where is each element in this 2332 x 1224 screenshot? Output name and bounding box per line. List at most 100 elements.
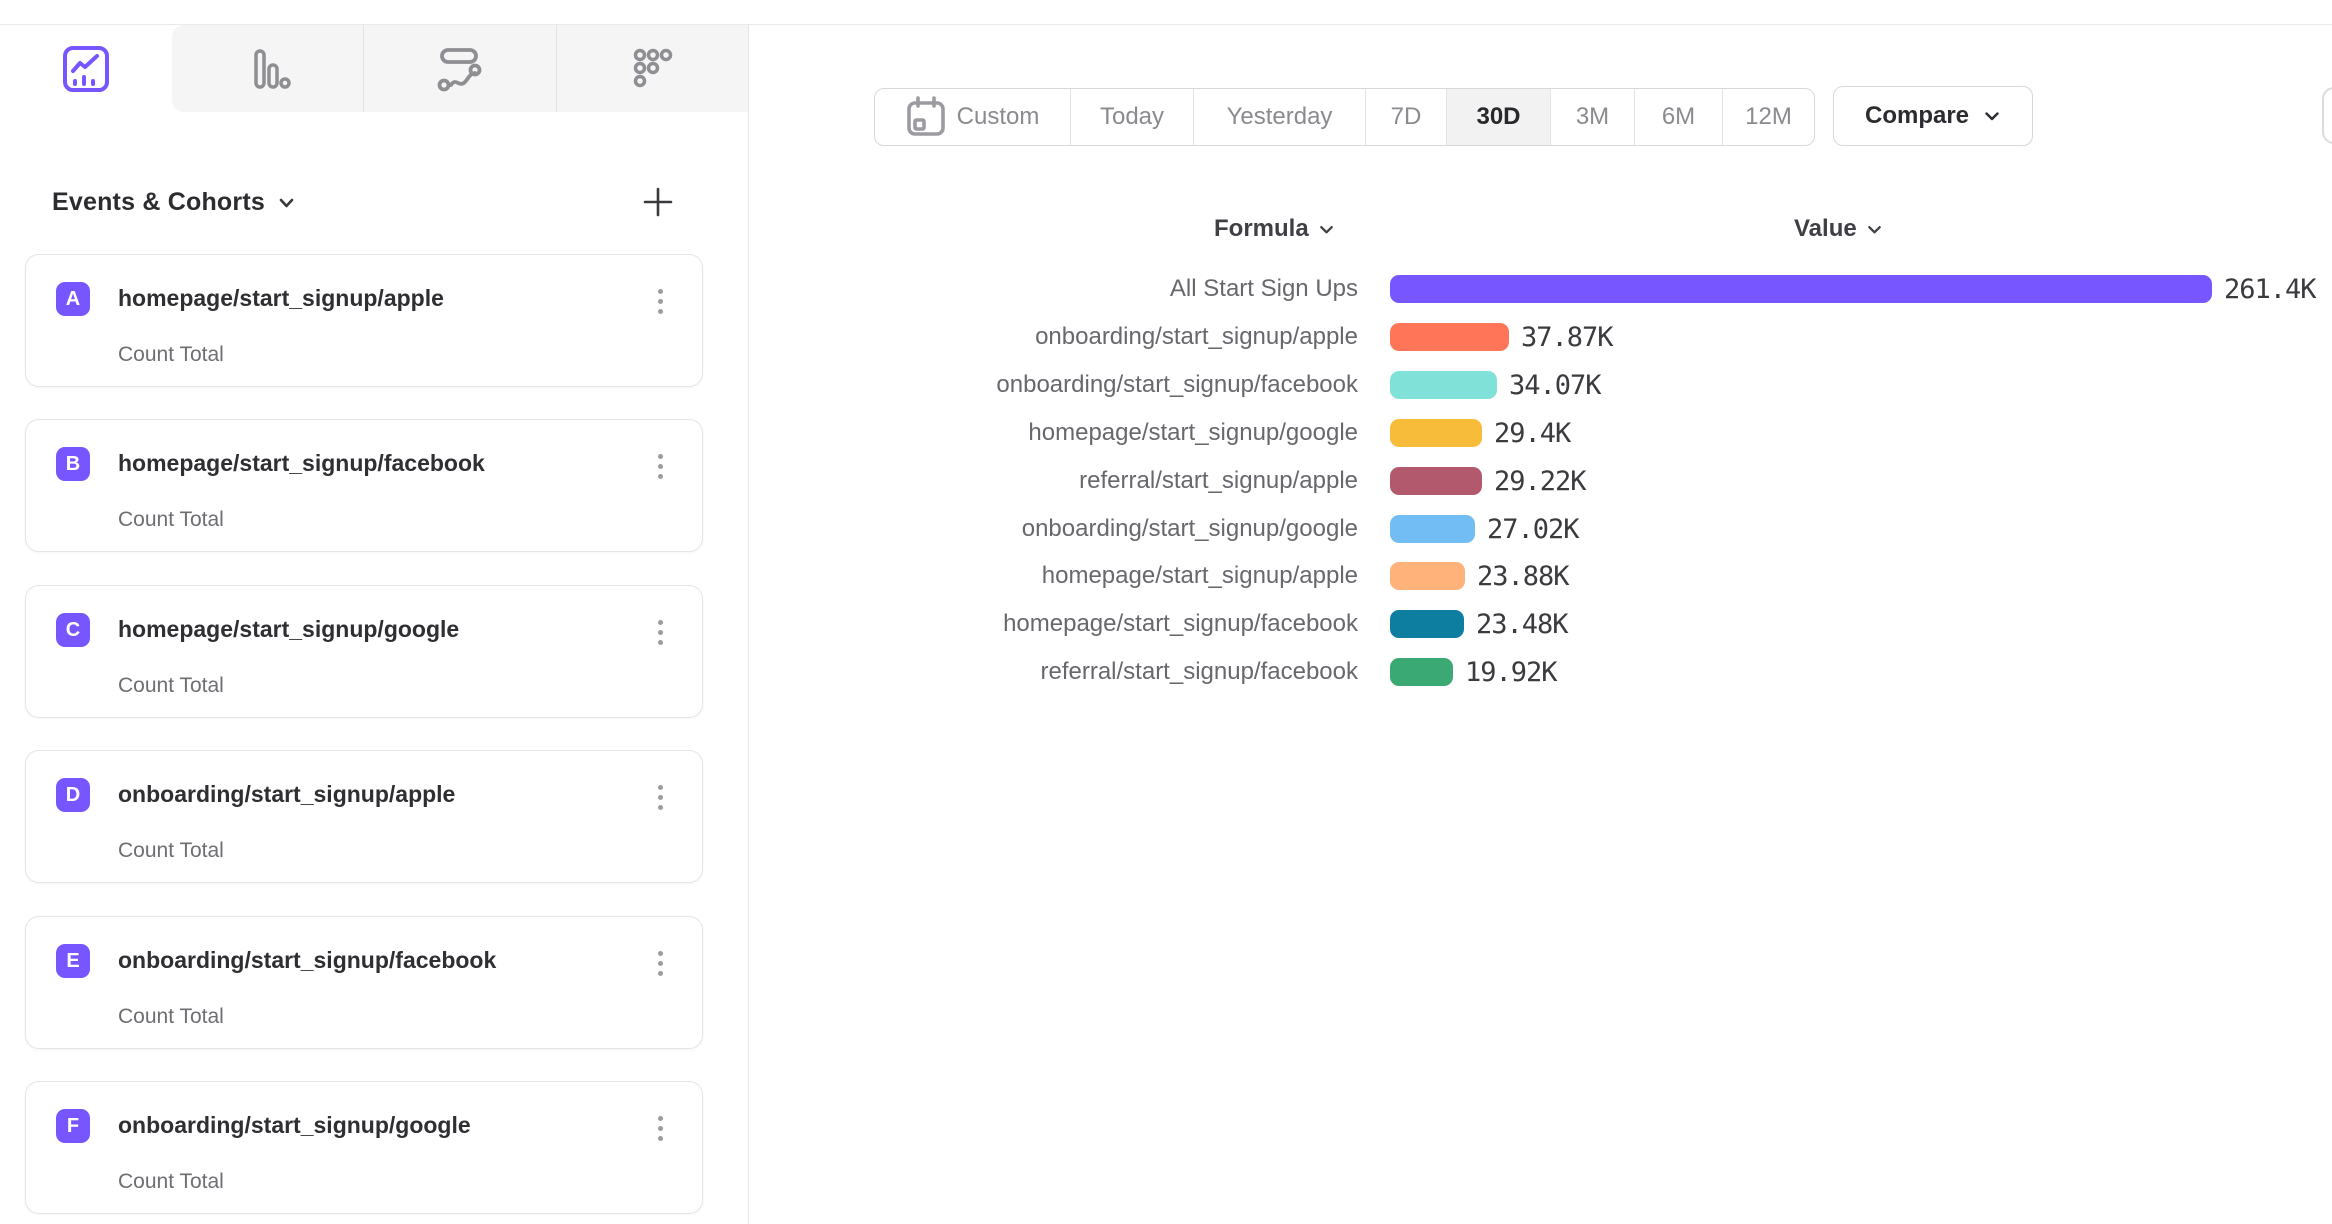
tab-insights[interactable] (0, 25, 172, 112)
range-label: Custom (957, 103, 1040, 131)
range-label: Today (1100, 103, 1164, 131)
event-card[interactable]: A homepage/start_signup/apple Count Tota… (25, 254, 703, 387)
kebab-menu-button[interactable] (642, 446, 678, 486)
event-badge: A (56, 282, 90, 316)
range-label: Yesterday (1227, 103, 1333, 131)
bar-chart-icon (242, 43, 294, 95)
kebab-menu-button[interactable] (642, 612, 678, 652)
date-range-control: Custom Today Yesterday 7D 30D 3M 6M 12M (874, 88, 1815, 146)
bar-value: 29.4K (1494, 417, 1570, 449)
event-badge: D (56, 778, 90, 812)
bar-label: homepage/start_signup/google (700, 415, 1358, 451)
value-header-label: Value (1794, 215, 1857, 243)
event-title: onboarding/start_signup/apple (118, 781, 455, 808)
value-header-dropdown[interactable]: Value (1794, 212, 1883, 246)
bar[interactable] (1390, 515, 1475, 543)
range-label: 30D (1476, 103, 1520, 131)
events-cohorts-dropdown[interactable]: Events & Cohorts (52, 182, 296, 222)
range-label: 3M (1576, 103, 1609, 131)
event-title: onboarding/start_signup/facebook (118, 947, 496, 974)
compare-button[interactable]: Compare (1833, 86, 2033, 146)
event-card[interactable]: C homepage/start_signup/google Count Tot… (25, 585, 703, 718)
range-7d[interactable]: 7D (1365, 89, 1446, 145)
kebab-menu-button[interactable] (642, 281, 678, 321)
bar-label: onboarding/start_signup/google (700, 511, 1358, 547)
range-3m[interactable]: 3M (1550, 89, 1634, 145)
event-metric-label: Count Total (118, 508, 224, 532)
range-label: 12M (1745, 103, 1792, 131)
range-12m[interactable]: 12M (1722, 89, 1814, 145)
range-6m[interactable]: 6M (1634, 89, 1722, 145)
calendar-icon (906, 95, 946, 139)
range-label: 6M (1662, 103, 1695, 131)
bar-value: 37.87K (1521, 321, 1613, 353)
event-badge: E (56, 944, 90, 978)
chart-type-tabs (0, 25, 748, 112)
retention-dots-icon (626, 43, 678, 95)
formula-header-label: Formula (1214, 215, 1309, 243)
add-event-button[interactable] (636, 180, 680, 224)
bar[interactable] (1390, 467, 1482, 495)
bar-label: onboarding/start_signup/apple (700, 319, 1358, 355)
bar-label: homepage/start_signup/facebook (700, 606, 1358, 642)
bar[interactable] (1390, 371, 1497, 399)
kebab-menu-button[interactable] (642, 1108, 678, 1148)
kebab-menu-button[interactable] (642, 777, 678, 817)
event-metric-label: Count Total (118, 1170, 224, 1194)
event-badge: F (56, 1109, 90, 1143)
event-metric-label: Count Total (118, 839, 224, 863)
bar[interactable] (1390, 419, 1482, 447)
bar-label: homepage/start_signup/apple (700, 558, 1358, 594)
bar-value: 27.02K (1487, 513, 1579, 545)
bar-label: referral/start_signup/facebook (700, 654, 1358, 690)
chevron-down-icon (277, 193, 296, 212)
bar[interactable] (1390, 275, 2212, 303)
insights-line-chart-icon (60, 43, 112, 95)
chevron-down-icon (1318, 221, 1335, 238)
event-title: homepage/start_signup/apple (118, 285, 444, 312)
bar[interactable] (1390, 610, 1464, 638)
range-label: 7D (1391, 103, 1422, 131)
event-title: homepage/start_signup/facebook (118, 450, 485, 477)
bar-value: 34.07K (1509, 369, 1601, 401)
bar-label: All Start Sign Ups (700, 271, 1358, 307)
events-cohorts-label: Events & Cohorts (52, 188, 265, 217)
event-badge: C (56, 613, 90, 647)
event-card[interactable]: B homepage/start_signup/facebook Count T… (25, 419, 703, 552)
event-metric-label: Count Total (118, 343, 224, 367)
range-yesterday[interactable]: Yesterday (1193, 89, 1365, 145)
event-card[interactable]: D onboarding/start_signup/apple Count To… (25, 750, 703, 883)
bar[interactable] (1390, 323, 1509, 351)
kebab-menu-button[interactable] (642, 943, 678, 983)
bar-label: referral/start_signup/apple (700, 463, 1358, 499)
bar-label: onboarding/start_signup/facebook (700, 367, 1358, 403)
bar[interactable] (1390, 562, 1465, 590)
tab-retention[interactable] (556, 25, 748, 112)
bar[interactable] (1390, 658, 1453, 686)
flows-icon (434, 43, 486, 95)
partial-button-right-edge[interactable] (2322, 87, 2332, 144)
range-30d[interactable]: 30D (1446, 89, 1550, 145)
event-card[interactable]: F onboarding/start_signup/google Count T… (25, 1081, 703, 1214)
chevron-down-icon (1866, 221, 1883, 238)
bar-value: 29.22K (1494, 465, 1586, 497)
compare-label: Compare (1865, 102, 1969, 130)
bar-value: 19.92K (1465, 656, 1557, 688)
event-card[interactable]: E onboarding/start_signup/facebook Count… (25, 916, 703, 1049)
chevron-down-icon (1983, 107, 2001, 125)
inactive-tab-group (172, 25, 748, 112)
range-today[interactable]: Today (1070, 89, 1193, 145)
event-metric-label: Count Total (118, 1005, 224, 1029)
range-custom[interactable]: Custom (875, 89, 1070, 145)
bar-value: 23.48K (1476, 608, 1568, 640)
event-metric-label: Count Total (118, 674, 224, 698)
plus-icon (641, 185, 675, 219)
tab-flows[interactable] (363, 25, 555, 112)
tab-bar-chart[interactable] (172, 25, 363, 112)
event-badge: B (56, 447, 90, 481)
event-title: onboarding/start_signup/google (118, 1112, 471, 1139)
event-title: homepage/start_signup/google (118, 616, 459, 643)
bar-value: 261.4K (2224, 273, 2316, 305)
formula-header-dropdown[interactable]: Formula (1214, 212, 1335, 246)
bar-value: 23.88K (1477, 560, 1569, 592)
